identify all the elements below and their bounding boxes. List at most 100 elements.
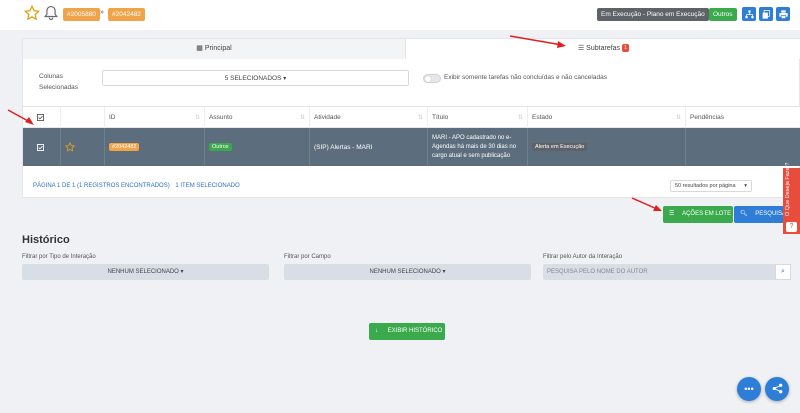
top-bar: #2005880 » #2042482 Em Execução - Plano …	[0, 0, 800, 30]
row-id-cell: #2042482	[105, 128, 205, 166]
filter-type-label: Filtrar por Tipo de Interação	[22, 254, 96, 260]
row-titulo-cell: MARI - APO cadastrado no e-Agendas há ma…	[428, 128, 528, 166]
column-header-assunto-label: Assunto	[209, 114, 233, 121]
row-favorite[interactable]	[61, 128, 105, 166]
search-icon: ⌕	[781, 268, 785, 275]
tab-principal[interactable]: ▦ Principal	[23, 39, 406, 59]
ellipsis-icon: •••	[744, 384, 754, 394]
per-page-value: 50 resultados por página	[675, 183, 736, 189]
bell-icon[interactable]	[44, 5, 58, 23]
caret-down-icon: ▾	[442, 269, 446, 275]
star-icon[interactable]	[23, 4, 41, 23]
row-atividade-cell: (SIP) Alertas - MARI	[310, 128, 428, 166]
selected-count: 1 ITEM SELECIONADO	[175, 183, 240, 189]
print-icon	[778, 9, 788, 19]
hierarchy-button[interactable]	[742, 7, 756, 21]
list-icon: ☰	[669, 211, 675, 217]
annotation-arrow-bulk-actions	[631, 197, 662, 211]
column-header-id[interactable]: ID ⇅	[105, 107, 205, 129]
tab-subtarefas-label: Subtarefas	[586, 45, 621, 52]
column-header-pendencias[interactable]: Pendências	[686, 107, 800, 129]
filter-author-input[interactable]: PESQUISA PELO NOME DO AUTOR	[543, 264, 775, 280]
tab-bar: ▦ Principal ☰ Subtarefas 1	[23, 39, 800, 59]
columns-select-value: 5 SELECIONADOS	[224, 75, 282, 82]
favorite-column	[61, 107, 105, 129]
sort-icon: ⇅	[417, 115, 423, 121]
filter-field-label: Filtrar por Campo	[284, 254, 331, 260]
search-icon: 🔍︎	[740, 211, 748, 217]
print-button[interactable]	[776, 7, 790, 21]
show-history-button[interactable]: ↓ EXIBIR HISTÓRICO	[369, 323, 445, 340]
column-header-pendencias-label: Pendências	[690, 114, 724, 121]
category-badge: Outros	[709, 8, 737, 21]
bulk-actions-label: AÇÕES EM LOTE	[682, 211, 732, 217]
row-estado-cell: Alerta em Execução	[528, 128, 686, 166]
download-icon: ↓	[375, 328, 378, 334]
sort-icon: ⇅	[675, 115, 681, 121]
list-icon: ☰	[577, 45, 585, 52]
column-header-titulo[interactable]: Título ⇅	[428, 107, 528, 129]
caret-down-icon: ▾	[283, 76, 287, 82]
row-assunto-cell: Outros	[205, 128, 310, 166]
filter-field-select[interactable]: NENHUM SELECIONADO ▾	[284, 264, 531, 280]
subtasks-card: ▦ Principal ☰ Subtarefas 1 Colunas Selec…	[22, 38, 800, 198]
only-open-toggle[interactable]	[423, 74, 441, 83]
author-search-button[interactable]: ⌕	[775, 264, 791, 280]
filter-field-value: NENHUM SELECIONADO	[369, 269, 441, 275]
column-header-estado[interactable]: Estado ⇅	[528, 107, 686, 129]
copy-icon	[762, 9, 770, 19]
tab-subtarefas[interactable]: ☰ Subtarefas 1	[406, 39, 800, 59]
annotation-arrow-checkbox	[7, 109, 34, 125]
caret-down-icon: ▾	[744, 183, 747, 189]
share-icon	[772, 383, 782, 394]
table-header: ID ⇅ Assunto ⇅ Atividade ⇅ Título ⇅ Estado ⇅ …	[23, 106, 800, 129]
checkbox-checked-icon	[37, 143, 44, 151]
feedback-tab[interactable]: O Que Deseja Fazer? ?	[783, 163, 800, 234]
annotation-arrow-subtarefas	[509, 35, 566, 48]
share-button[interactable]	[765, 377, 789, 401]
task-current-tag[interactable]: #2042482	[108, 8, 145, 21]
column-header-estado-label: Estado	[532, 114, 553, 121]
show-history-label: EXIBIR HISTÓRICO	[387, 328, 443, 334]
feedback-label: O Que Deseja Fazer?	[785, 162, 791, 217]
task-parent-tag[interactable]: #2005880	[63, 8, 100, 21]
column-header-atividade-label: Atividade	[314, 114, 341, 121]
tab-principal-label: Principal	[204, 45, 232, 52]
checkbox-checked-icon	[37, 113, 44, 121]
sort-icon: ⇅	[517, 115, 523, 121]
filter-type-value: NENHUM SELECIONADO	[107, 269, 179, 275]
status-badge: Em Execução - Plano em Execução	[597, 8, 709, 21]
table-icon: ▦	[196, 45, 203, 52]
filter-type-select[interactable]: NENHUM SELECIONADO ▾	[22, 264, 269, 280]
star-icon	[65, 142, 75, 152]
search-button-label: PESQUISA	[755, 211, 786, 217]
per-page-select[interactable]: 50 resultados por página ▾	[670, 180, 752, 192]
only-open-toggle-label: Exibir somente tarefas não concluídas e …	[444, 74, 607, 81]
columns-select[interactable]: 5 SELECIONADOS ▾	[102, 70, 409, 86]
question-icon: ?	[786, 222, 797, 232]
sort-icon: ⇅	[299, 115, 305, 121]
pagination-text: PÁGINA 1 DE 1 (1 REGISTROS ENCONTRADOS)	[33, 183, 170, 189]
breadcrumb-separator: »	[100, 9, 104, 16]
row-id-tag[interactable]: #2042482	[109, 143, 140, 151]
filter-author-label: Filtrar pelo Autor da Interação	[543, 254, 623, 260]
subtasks-count-badge: 1	[621, 44, 630, 53]
history-title: Histórico	[22, 234, 70, 246]
caret-down-icon: ▾	[180, 269, 184, 275]
row-estado-badge: Alerta em Execução	[532, 143, 588, 151]
more-options-button[interactable]: •••	[737, 377, 761, 401]
sort-icon: ⇅	[194, 115, 200, 121]
bulk-actions-button[interactable]: ☰ AÇÕES EM LOTE	[663, 206, 733, 223]
row-assunto-badge: Outros	[209, 143, 232, 151]
pagination-info: PÁGINA 1 DE 1 (1 REGISTROS ENCONTRADOS) …	[33, 183, 240, 189]
column-header-titulo-label: Título	[432, 114, 449, 121]
sitemap-icon	[744, 9, 754, 18]
comments-button[interactable]	[759, 7, 773, 21]
table-row[interactable]: #2042482 Outros (SIP) Alertas - MARI MAR…	[23, 128, 800, 166]
columns-label: Colunas Selecionadas	[39, 73, 79, 91]
row-pendencias-cell	[686, 128, 800, 166]
row-checkbox[interactable]	[23, 128, 61, 166]
column-header-assunto[interactable]: Assunto ⇅	[205, 107, 310, 129]
column-header-id-label: ID	[109, 114, 116, 121]
column-header-atividade[interactable]: Atividade ⇅	[310, 107, 428, 129]
